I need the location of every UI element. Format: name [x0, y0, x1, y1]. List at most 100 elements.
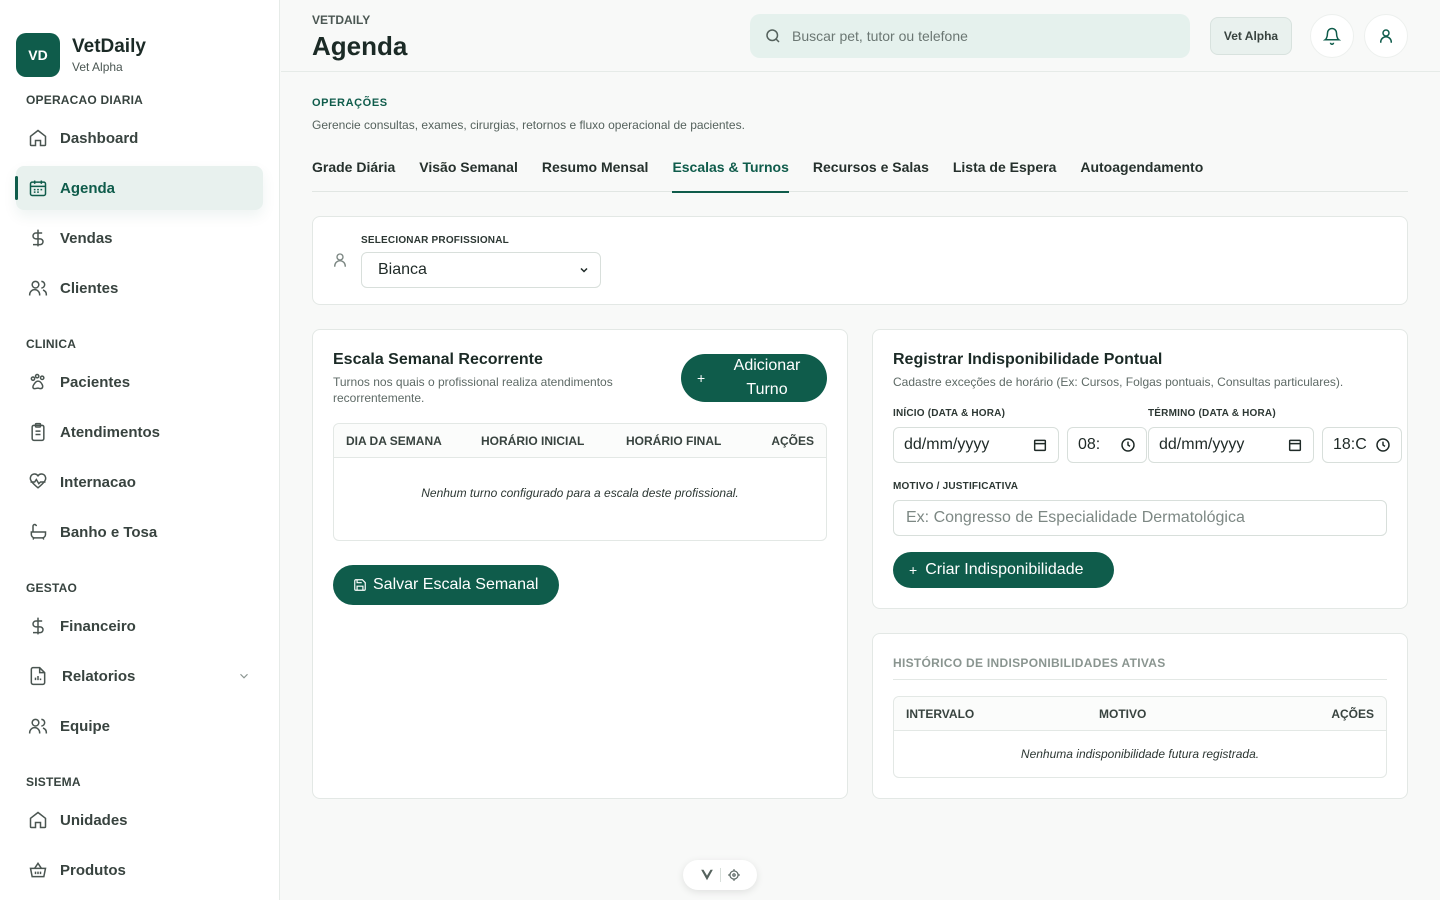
sidebar-item-clientes[interactable]: Clientes	[16, 266, 263, 310]
add-shift-button[interactable]: + Adicionar Turno	[681, 354, 827, 402]
top-header: VETDAILY Agenda Vet Alpha	[281, 0, 1440, 72]
bath-icon	[30, 523, 47, 540]
end-time-value: 18:C	[1333, 436, 1367, 453]
clock-icon[interactable]	[1375, 437, 1391, 453]
end-time-input[interactable]: 18:C	[1322, 427, 1402, 463]
unit-selector-button[interactable]: Vet Alpha	[1210, 17, 1292, 55]
divider	[719, 868, 721, 882]
sidebar-item-label: Unidades	[60, 811, 128, 829]
paw-icon	[30, 373, 45, 390]
sidebar-item-relatorios[interactable]: Relatorios	[16, 654, 263, 698]
tab-autoagendamento[interactable]: Autoagendamento	[1080, 154, 1203, 192]
sidebar-item-financeiro[interactable]: Financeiro	[16, 604, 263, 648]
sidebar-item-label: Produtos	[60, 861, 126, 879]
column-header: INTERVALO	[906, 707, 975, 721]
users-icon	[28, 718, 48, 734]
column-header: DIA DA SEMANA	[346, 434, 442, 448]
notifications-button[interactable]	[1310, 14, 1354, 58]
start-time-value: 08:	[1078, 436, 1101, 453]
sidebar-item-equipe[interactable]: Equipe	[16, 704, 263, 748]
clock-icon[interactable]	[1120, 437, 1136, 453]
unavailability-history-card: HISTÓRICO DE INDISPONIBILIDADES ATIVAS I…	[872, 633, 1408, 799]
sidebar-item-dashboard[interactable]: Dashboard	[16, 116, 263, 160]
save-weekly-schedule-label: Salvar Escala Semanal	[373, 576, 539, 593]
breadcrumb: VETDAILY	[312, 13, 371, 27]
chevron-down-icon[interactable]	[237, 669, 251, 683]
sidebar-item-label: Equipe	[60, 717, 111, 735]
brand: VD VetDaily Vet Alpha	[0, 0, 279, 88]
plus-icon: +	[697, 370, 706, 386]
tab-grade-diaria[interactable]: Grade Diária	[312, 154, 395, 192]
tab-recursos-salas[interactable]: Recursos e Salas	[813, 154, 929, 192]
sidebar-item-label: Vendas	[60, 229, 113, 247]
column-header: MOTIVO	[1099, 707, 1147, 721]
sidebar: VD VetDaily Vet Alpha OPERACAO DIARIA Da…	[0, 0, 280, 900]
table-header: DIA DA SEMANA HORÁRIO INICIAL HORÁRIO FI…	[334, 424, 826, 458]
bell-icon	[1323, 27, 1341, 45]
search-bar[interactable]	[750, 14, 1190, 58]
heart-pulse-icon	[29, 473, 47, 489]
table-header: INTERVALO MOTIVO AÇÕES	[894, 697, 1386, 731]
sidebar-item-pacientes[interactable]: Pacientes	[16, 360, 263, 404]
reason-input[interactable]	[904, 509, 1376, 527]
home-icon	[29, 129, 47, 147]
reason-label: MOTIVO / JUSTIFICATIVA	[893, 481, 1019, 492]
sidebar-item-unidades[interactable]: Unidades	[16, 798, 263, 842]
sidebar-item-label: Atendimentos	[60, 423, 161, 441]
weekly-schedule-card: Escala Semanal Recorrente Turnos nos qua…	[312, 329, 848, 799]
unavailability-card: Registrar Indisponibilidade Pontual Cada…	[872, 329, 1408, 609]
nav-section-gestao: GESTAO	[26, 581, 77, 595]
column-header: HORÁRIO INICIAL	[481, 434, 585, 448]
sidebar-item-atendimentos[interactable]: Atendimentos	[16, 410, 263, 454]
start-date-input[interactable]: dd/mm/yyyy	[893, 427, 1059, 463]
sidebar-item-agenda[interactable]: Agenda	[15, 166, 263, 210]
create-unavailability-button[interactable]: + Criar Indisponibilidade	[893, 552, 1114, 588]
sidebar-item-internacao[interactable]: Internacao	[16, 460, 263, 504]
sidebar-item-produtos[interactable]: Produtos	[16, 848, 263, 892]
calendar-icon[interactable]	[1032, 437, 1048, 453]
add-shift-label: Adicionar Turno	[733, 357, 801, 398]
user-icon	[334, 253, 346, 267]
sidebar-item-label: Banho e Tosa	[60, 523, 158, 541]
dollar-icon	[32, 617, 44, 635]
floating-dev-toolbar[interactable]	[683, 860, 757, 890]
professional-select[interactable]: Bianca	[361, 252, 601, 288]
tab-visao-semanal[interactable]: Visão Semanal	[419, 154, 518, 192]
sidebar-item-label: Internacao	[60, 473, 136, 491]
professional-label: SELECIONAR PROFISSIONAL	[361, 235, 509, 246]
professional-select-value: Bianca	[378, 261, 427, 278]
save-weekly-schedule-button[interactable]: Salvar Escala Semanal	[333, 565, 559, 605]
section-description: Gerencie consultas, exames, cirurgias, r…	[312, 118, 745, 132]
empty-state: Nenhuma indisponibilidade futura registr…	[1020, 747, 1260, 761]
tab-escalas-turnos[interactable]: Escalas & Turnos	[672, 154, 790, 193]
empty-state: Nenhum turno configurado para a escala d…	[421, 486, 739, 500]
sidebar-item-vendas[interactable]: Vendas	[16, 216, 263, 260]
end-date-input[interactable]: dd/mm/yyyy	[1148, 427, 1314, 463]
history-table: INTERVALO MOTIVO AÇÕES Nenhuma indisponi…	[893, 696, 1387, 778]
profile-button[interactable]	[1364, 14, 1408, 58]
tab-resumo-mensal[interactable]: Resumo Mensal	[542, 154, 649, 192]
end-label: TÉRMINO (DATA & HORA)	[1148, 408, 1276, 419]
start-label: INÍCIO (DATA & HORA)	[893, 408, 1006, 419]
page-title: Agenda	[312, 31, 408, 61]
tab-lista-espera[interactable]: Lista de Espera	[953, 154, 1057, 192]
reason-field[interactable]	[893, 500, 1387, 536]
start-date-value: dd/mm/yyyy	[904, 436, 990, 453]
search-input[interactable]	[792, 28, 1172, 44]
start-time-input[interactable]: 08:	[1067, 427, 1147, 463]
sidebar-item-label: Pacientes	[60, 373, 131, 391]
plus-icon: +	[909, 562, 918, 578]
calendar-icon	[29, 180, 47, 197]
calendar-icon[interactable]	[1287, 437, 1303, 453]
sidebar-item-banho-tosa[interactable]: Banho e Tosa	[16, 510, 263, 554]
crosshair-icon[interactable]	[727, 868, 741, 882]
weekly-schedule-subtitle: Turnos nos quais o profissional realiza …	[333, 375, 613, 405]
brand-logo: VD	[16, 33, 60, 77]
divider	[893, 679, 1387, 680]
tab-bar: Grade Diária Visão Semanal Resumo Mensal…	[312, 154, 1408, 193]
vue-logo-icon[interactable]	[700, 868, 714, 882]
history-title: HISTÓRICO DE INDISPONIBILIDADES ATIVAS	[893, 656, 1166, 670]
unavailability-subtitle: Cadastre exceções de horário (Ex: Cursos…	[893, 375, 1344, 389]
clipboard-icon	[31, 422, 45, 442]
section-eyebrow: OPERAÇÕES	[312, 97, 388, 109]
